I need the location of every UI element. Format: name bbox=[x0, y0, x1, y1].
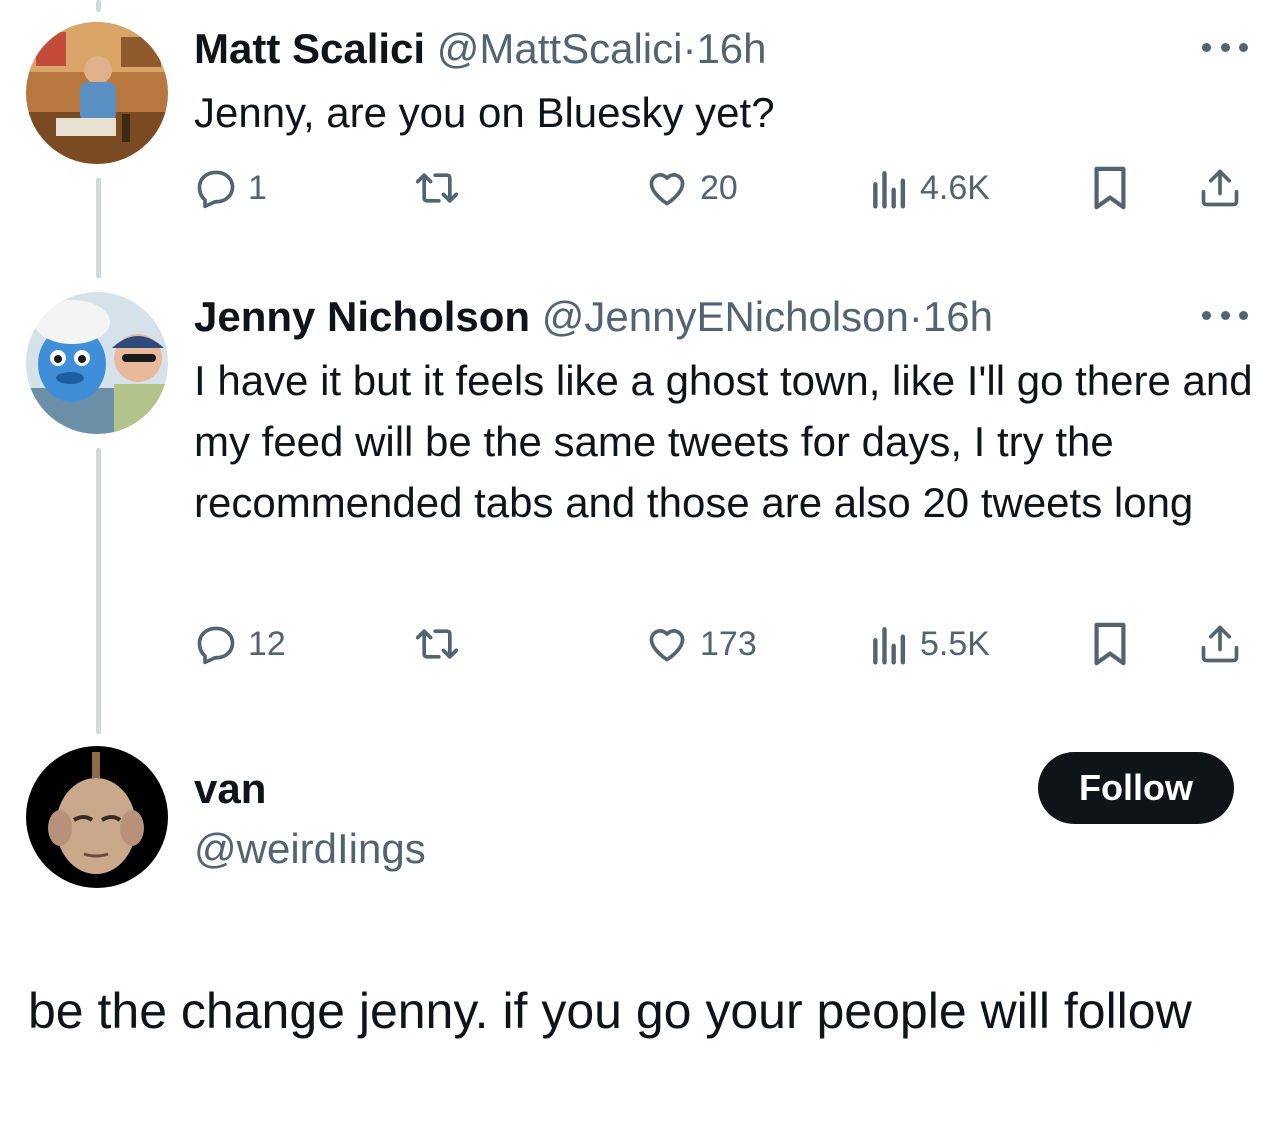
thread-line-1 bbox=[96, 178, 101, 278]
view-count: 4.6K bbox=[920, 168, 990, 207]
timestamp[interactable]: 16h bbox=[696, 25, 766, 72]
bookmark-button[interactable] bbox=[1090, 162, 1130, 214]
author-handle[interactable]: @MattScalici bbox=[437, 25, 683, 72]
like-count: 20 bbox=[700, 168, 738, 207]
separator-dot: · bbox=[682, 25, 697, 72]
like-button[interactable]: 20 bbox=[644, 162, 738, 214]
reply-button[interactable]: 1 bbox=[194, 162, 267, 214]
heart-icon bbox=[649, 629, 685, 662]
bookmark-icon bbox=[1094, 166, 1126, 210]
author-name[interactable]: Matt Scalici bbox=[194, 25, 425, 72]
reply-count: 1 bbox=[248, 168, 267, 207]
views-button[interactable]: 4.6K bbox=[870, 162, 990, 214]
tweet-text-jenny: I have it but it feels like a ghost town… bbox=[194, 357, 1253, 526]
more-icon[interactable] bbox=[1202, 40, 1248, 54]
retweet-button[interactable] bbox=[412, 618, 462, 670]
share-icon bbox=[1201, 169, 1239, 207]
thread-line-2 bbox=[96, 448, 101, 734]
views-icon bbox=[873, 171, 906, 209]
reply-button[interactable]: 12 bbox=[194, 618, 286, 670]
tweet-header-jenny: Jenny Nicholson @JennyENicholson·16h bbox=[194, 296, 993, 338]
like-button[interactable]: 173 bbox=[644, 618, 757, 670]
action-bar-jenny: 12 173 5.5K bbox=[194, 618, 1248, 670]
author-handle[interactable]: @JennyENicholson bbox=[542, 293, 909, 340]
action-bar-matt: 1 20 4.6K bbox=[194, 162, 1248, 214]
retweet-icon bbox=[415, 629, 459, 659]
author-handle[interactable]: @weirdIings bbox=[194, 828, 426, 870]
separator-dot: · bbox=[908, 293, 923, 340]
heart-icon bbox=[649, 173, 685, 206]
more-icon[interactable] bbox=[1202, 308, 1248, 322]
tweet-header-matt: Matt Scalici @MattScalici·16h bbox=[194, 28, 767, 70]
reply-icon bbox=[197, 170, 235, 209]
avatar-van[interactable] bbox=[26, 746, 168, 888]
share-button[interactable] bbox=[1198, 618, 1242, 670]
avatar-matt[interactable] bbox=[26, 22, 168, 164]
views-button[interactable]: 5.5K bbox=[870, 618, 990, 670]
like-count: 173 bbox=[700, 624, 757, 663]
share-button[interactable] bbox=[1198, 162, 1242, 214]
timestamp[interactable]: 16h bbox=[923, 293, 993, 340]
author-name[interactable]: van bbox=[194, 768, 266, 810]
reply-icon bbox=[197, 626, 235, 665]
avatar-jenny[interactable] bbox=[26, 292, 168, 434]
retweet-button[interactable] bbox=[412, 162, 462, 214]
author-name[interactable]: Jenny Nicholson bbox=[194, 293, 530, 340]
views-icon bbox=[873, 627, 906, 665]
retweet-icon bbox=[415, 173, 459, 203]
bookmark-button[interactable] bbox=[1090, 618, 1130, 670]
view-count: 5.5K bbox=[920, 624, 990, 663]
main-tweet-text: be the change jenny. if you go your peop… bbox=[28, 983, 1192, 1039]
share-icon bbox=[1201, 625, 1239, 663]
bookmark-icon bbox=[1094, 622, 1126, 666]
thread-line-top bbox=[96, 0, 101, 12]
reply-count: 12 bbox=[248, 624, 286, 663]
follow-button[interactable]: Follow bbox=[1038, 752, 1234, 824]
tweet-text-matt: Jenny, are you on Bluesky yet? bbox=[194, 89, 775, 136]
